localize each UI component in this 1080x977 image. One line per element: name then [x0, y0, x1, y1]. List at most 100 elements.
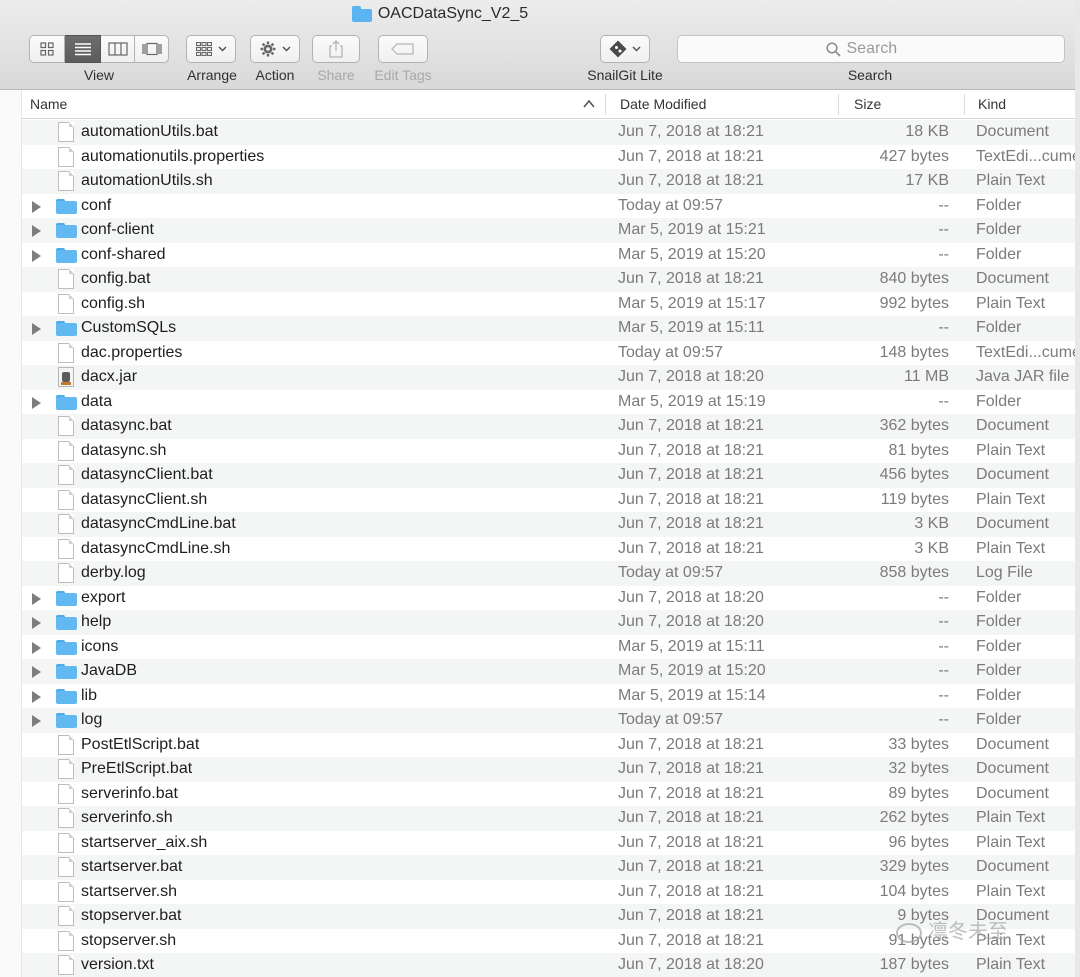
- file-row[interactable]: datasync.bat Jun 7, 2018 at 18:21 362 byte…: [22, 414, 1080, 439]
- file-kind: Plain Text: [976, 882, 1046, 900]
- file-kind: Plain Text: [976, 539, 1046, 557]
- file-row[interactable]: PreEtlScript.bat Jun 7, 2018 at 18:21 32 b…: [22, 757, 1080, 782]
- search-field[interactable]: [677, 35, 1065, 63]
- file-kind: TextEdi...cument: [976, 147, 1080, 165]
- column-divider[interactable]: [605, 94, 606, 115]
- date-modified: Today at 09:57: [618, 196, 723, 214]
- file-row[interactable]: serverinfo.bat Jun 7, 2018 at 18:21 89 byt…: [22, 782, 1080, 807]
- column-divider[interactable]: [964, 94, 965, 115]
- folder-icon: [56, 639, 77, 655]
- folder-row[interactable]: icons Mar 5, 2019 at 15:11 -- Folder: [22, 635, 1080, 660]
- file-row[interactable]: dac.properties Today at 09:57 148 bytes Tex…: [22, 341, 1080, 366]
- date-modified-column-header[interactable]: Date Modified: [620, 96, 706, 112]
- date-modified: Jun 7, 2018 at 18:21: [618, 858, 764, 875]
- snailgit-button[interactable]: [600, 35, 650, 63]
- disclosure-triangle-icon[interactable]: [32, 666, 41, 678]
- folder-row[interactable]: log Today at 09:57 -- Folder: [22, 708, 1080, 733]
- date-modified: Mar 5, 2019 at 15:17: [618, 294, 766, 312]
- sort-ascending-icon[interactable]: [583, 99, 595, 109]
- folder-row[interactable]: conf-shared Mar 5, 2019 at 15:20 -- Folder: [22, 243, 1080, 268]
- date-modified: Jun 7, 2018 at 18:21: [618, 123, 764, 140]
- file-name: serverinfo.bat: [81, 784, 178, 802]
- edit-tags-button[interactable]: [378, 35, 428, 63]
- file-row[interactable]: version.txt Jun 7, 2018 at 18:20 187 bytes…: [22, 953, 1080, 977]
- file-row[interactable]: automationutils.properties Jun 7, 2018 at…: [22, 145, 1080, 170]
- kind-column-header[interactable]: Kind: [978, 96, 1006, 112]
- folder-row[interactable]: help Jun 7, 2018 at 18:20 -- Folder: [22, 610, 1080, 635]
- file-row[interactable]: PostEtlScript.bat Jun 7, 2018 at 18:21 33 …: [22, 733, 1080, 758]
- gallery-view-button[interactable]: [135, 35, 169, 63]
- file-row[interactable]: datasyncCmdLine.bat Jun 7, 2018 at 18:21 3…: [22, 512, 1080, 537]
- file-name: stopserver.sh: [81, 931, 177, 949]
- folder-row[interactable]: JavaDB Mar 5, 2019 at 15:20 -- Folder: [22, 659, 1080, 684]
- disclosure-triangle-icon[interactable]: [32, 641, 41, 654]
- file-name: version.txt: [81, 956, 154, 973]
- file-row[interactable]: datasync.sh Jun 7, 2018 at 18:21 81 bytes P…: [22, 439, 1080, 464]
- file-kind: Folder: [976, 196, 1022, 214]
- file-kind: Plain Text: [976, 956, 1046, 973]
- file-name: automationUtils.bat: [81, 123, 218, 140]
- document-icon: [58, 930, 74, 951]
- file-row[interactable]: automationUtils.sh Jun 7, 2018 at 18:21 17…: [22, 169, 1080, 194]
- column-header: Name Date Modified Size Kind: [22, 90, 1080, 119]
- file-row[interactable]: automationUtils.bat Jun 7, 2018 at 18:21 1…: [22, 120, 1080, 145]
- icon-view-button[interactable]: [29, 35, 65, 63]
- date-modified: Jun 7, 2018 at 18:21: [618, 417, 764, 434]
- snailgit-label: SnailGit Lite: [587, 67, 663, 83]
- wechat-icon: [896, 922, 922, 943]
- disclosure-triangle-icon[interactable]: [32, 715, 41, 727]
- folder-row[interactable]: CustomSQLs Mar 5, 2019 at 15:11 -- Folder: [22, 316, 1080, 341]
- date-modified: Today at 09:57: [618, 343, 723, 361]
- file-name: icons: [81, 637, 119, 655]
- disclosure-triangle-icon[interactable]: [32, 323, 41, 335]
- disclosure-triangle-icon[interactable]: [32, 200, 41, 213]
- file-size: 840 bytes: [879, 270, 949, 287]
- file-row[interactable]: config.bat Jun 7, 2018 at 18:21 840 bytes D…: [22, 267, 1080, 292]
- file-size: 32 bytes: [888, 760, 949, 777]
- folder-icon: [56, 321, 77, 336]
- file-row[interactable]: derby.log Today at 09:57 858 bytes Log File: [22, 561, 1080, 586]
- file-row[interactable]: serverinfo.sh Jun 7, 2018 at 18:21 262 byt…: [22, 806, 1080, 831]
- name-column-header[interactable]: Name: [30, 96, 67, 112]
- file-row[interactable]: config.sh Mar 5, 2019 at 15:17 992 bytes Pl…: [22, 292, 1080, 317]
- folder-row[interactable]: conf-client Mar 5, 2019 at 15:21 -- Folder: [22, 218, 1080, 243]
- column-view-button[interactable]: [101, 35, 135, 63]
- list-view-button[interactable]: [65, 35, 101, 63]
- file-name: log: [81, 711, 103, 728]
- action-button[interactable]: [250, 35, 300, 63]
- file-row[interactable]: startserver.sh Jun 7, 2018 at 18:21 104 by…: [22, 880, 1080, 905]
- file-name: PostEtlScript.bat: [81, 735, 200, 753]
- file-row[interactable]: dacx.jar Jun 7, 2018 at 18:20 11 MB Java JA…: [22, 365, 1080, 390]
- window-edge: [1075, 0, 1080, 977]
- file-row[interactable]: datasyncClient.bat Jun 7, 2018 at 18:21 45…: [22, 463, 1080, 488]
- arrange-button[interactable]: [186, 35, 236, 63]
- folder-row[interactable]: data Mar 5, 2019 at 15:19 -- Folder: [22, 390, 1080, 415]
- disclosure-triangle-icon[interactable]: [32, 225, 41, 237]
- folder-row[interactable]: conf Today at 09:57 -- Folder: [22, 194, 1080, 219]
- disclosure-triangle-icon[interactable]: [32, 396, 41, 409]
- date-modified: Jun 7, 2018 at 18:20: [618, 613, 764, 630]
- folder-row[interactable]: lib Mar 5, 2019 at 15:14 -- Folder: [22, 684, 1080, 709]
- file-row[interactable]: startserver_aix.sh Jun 7, 2018 at 18:21 96…: [22, 831, 1080, 856]
- file-size: --: [938, 319, 949, 336]
- disclosure-triangle-icon[interactable]: [32, 249, 41, 262]
- file-kind: Document: [976, 760, 1049, 777]
- share-button[interactable]: [312, 35, 360, 63]
- file-row[interactable]: datasyncCmdLine.sh Jun 7, 2018 at 18:21 3 …: [22, 537, 1080, 562]
- disclosure-triangle-icon[interactable]: [32, 690, 41, 703]
- date-modified: Mar 5, 2019 at 15:11: [618, 319, 765, 336]
- date-modified: Jun 7, 2018 at 18:21: [618, 907, 764, 924]
- file-row[interactable]: datasyncClient.sh Jun 7, 2018 at 18:21 119…: [22, 488, 1080, 513]
- disclosure-triangle-icon[interactable]: [32, 617, 41, 629]
- search-input[interactable]: [846, 40, 917, 58]
- file-row[interactable]: startserver.bat Jun 7, 2018 at 18:21 329 b…: [22, 855, 1080, 880]
- document-icon: [58, 857, 74, 877]
- disclosure-triangle-icon[interactable]: [32, 592, 41, 605]
- arrange-grid-icon: [195, 42, 212, 56]
- document-icon: [58, 955, 74, 975]
- file-name: lib: [81, 686, 98, 704]
- folder-row[interactable]: export Jun 7, 2018 at 18:20 -- Folder: [22, 586, 1080, 611]
- column-divider[interactable]: [838, 94, 839, 115]
- size-column-header[interactable]: Size: [854, 96, 881, 112]
- file-size: --: [938, 637, 949, 655]
